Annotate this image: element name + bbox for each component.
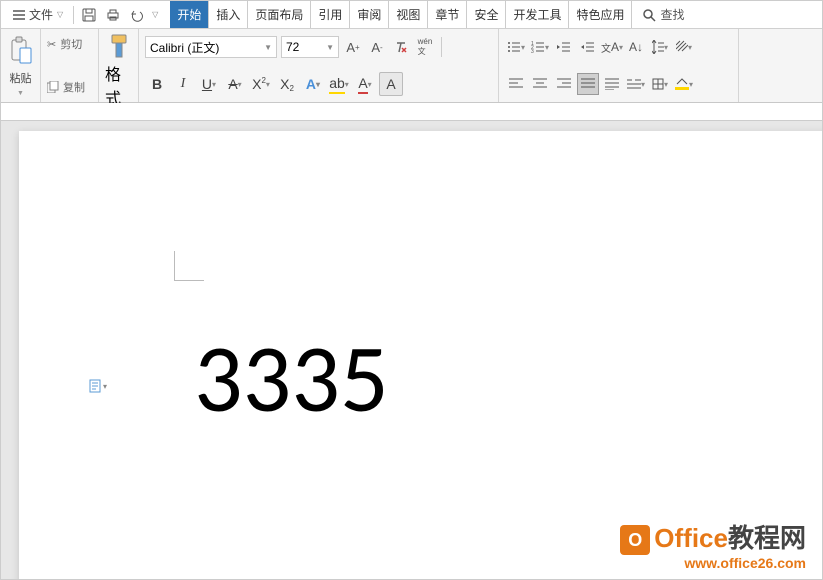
ribbon-tabs: 开始 插入 页面布局 引用 审阅 视图 章节 安全 开发工具 特色应用 [170,1,632,28]
bullets-button[interactable]: ▾ [505,36,527,58]
chevron-down-icon: ▽ [57,10,63,19]
clipboard-side-group: ✂ 剪切 复制 [41,29,99,102]
paragraph-group: ▾ 123▾ 文A▾ A↓ ▾ ▾ ▾ ▾ ▾ [499,29,739,102]
font-size-combo[interactable]: 72▼ [281,36,339,58]
subscript-button[interactable]: X2 [275,72,299,96]
tab-security[interactable]: 安全 [467,1,506,28]
superscript-button[interactable]: X2▾ [249,72,273,96]
document-area: ▾ 3335 [1,103,822,579]
font-group: Calibri (正文)▼ 72▼ A+ A- wén文 B I U▾ A▾ X… [139,29,499,102]
line-spacing-button[interactable]: ▾ [649,36,671,58]
document-text[interactable]: 3335 [194,331,389,427]
clear-formatting-button[interactable] [391,36,411,58]
chevron-down-icon: ▼ [264,43,272,52]
save-button[interactable] [80,6,98,24]
document-page[interactable]: ▾ 3335 [19,131,822,579]
grow-font-button[interactable]: A+ [343,36,363,58]
tab-reference[interactable]: 引用 [311,1,350,28]
title-bar: 文件 ▽ ▽ 开始 插入 页面布局 引用 审阅 视图 章节 安全 开发工具 特色… [1,1,822,29]
copy-icon [47,81,59,93]
align-center-button[interactable] [529,73,551,95]
align-right-button[interactable] [553,73,575,95]
search-label: 查找 [660,6,684,23]
tab-settings-button[interactable]: ▾ [625,73,647,95]
format-painter-group: 格式刷 [99,29,139,102]
align-distributed-button[interactable] [601,73,623,95]
tab-chapter[interactable]: 章节 [428,1,467,28]
chevron-down-icon: ▼ [326,43,334,52]
decrease-indent-button[interactable] [553,36,575,58]
italic-button[interactable]: I [171,72,195,96]
watermark: OOffice教程网 www.office26.com [620,518,806,571]
tab-insert[interactable]: 插入 [209,1,248,28]
tab-special[interactable]: 特色应用 [569,1,632,28]
underline-button[interactable]: U▾ [197,72,221,96]
margin-marker [174,251,204,281]
numbering-button[interactable]: 123▾ [529,36,551,58]
scissors-icon: ✂ [47,38,56,51]
align-left-button[interactable] [505,73,527,95]
increase-indent-button[interactable] [577,36,599,58]
search-button[interactable]: 查找 [642,6,684,23]
font-name-combo[interactable]: Calibri (正文)▼ [145,36,277,58]
phonetic-guide-button[interactable]: wén文 [415,36,435,58]
watermark-brand1: Office [654,523,728,553]
paragraph-options-icon[interactable]: ▾ [89,379,107,393]
file-menu-label: 文件 [29,6,53,23]
paste-label: 粘贴▼ [7,70,34,98]
watermark-brand2: 教程网 [728,523,806,553]
file-menu[interactable]: 文件 ▽ [7,6,69,23]
shading-button[interactable]: ▾ [673,73,695,95]
tab-view[interactable]: 视图 [389,1,428,28]
tab-developer[interactable]: 开发工具 [506,1,569,28]
tab-page-layout[interactable]: 页面布局 [248,1,311,28]
undo-button[interactable] [128,6,146,24]
ribbon: 粘贴▼ ✂ 剪切 复制 格式刷 Calibri (正文)▼ 72▼ A+ A [1,29,822,103]
shrink-font-button[interactable]: A- [367,36,387,58]
svg-text:3: 3 [531,49,534,54]
show-marks-button[interactable]: ▾ [673,36,695,58]
clipboard-group: 粘贴▼ [1,29,41,102]
tab-start[interactable]: 开始 [170,1,209,28]
strikethrough-button[interactable]: A▾ [223,72,247,96]
hamburger-icon [13,10,25,20]
highlight-button[interactable]: ab▾ [327,72,351,96]
paste-button[interactable] [7,33,35,69]
font-color-button[interactable]: A▾ [353,72,377,96]
horizontal-ruler[interactable] [1,103,822,121]
logo-icon: O [620,525,650,555]
align-justify-button[interactable] [577,73,599,95]
copy-button[interactable]: 复制 [47,76,92,98]
text-effects-button[interactable]: A▾ [301,72,325,96]
format-painter-button[interactable] [108,33,130,61]
tab-review[interactable]: 审阅 [350,1,389,28]
sort-button[interactable]: A↓ [625,36,647,58]
cut-button[interactable]: ✂ 剪切 [47,33,92,55]
qat-customize-icon[interactable]: ▽ [152,10,158,19]
print-button[interactable] [104,6,122,24]
watermark-url: www.office26.com [620,555,806,571]
bold-button[interactable]: B [145,72,169,96]
search-icon [642,8,656,22]
quick-access-toolbar: ▽ [73,6,158,24]
character-shading-button[interactable]: A [379,72,403,96]
borders-button[interactable]: ▾ [649,73,671,95]
text-direction-button[interactable]: 文A▾ [601,36,623,58]
